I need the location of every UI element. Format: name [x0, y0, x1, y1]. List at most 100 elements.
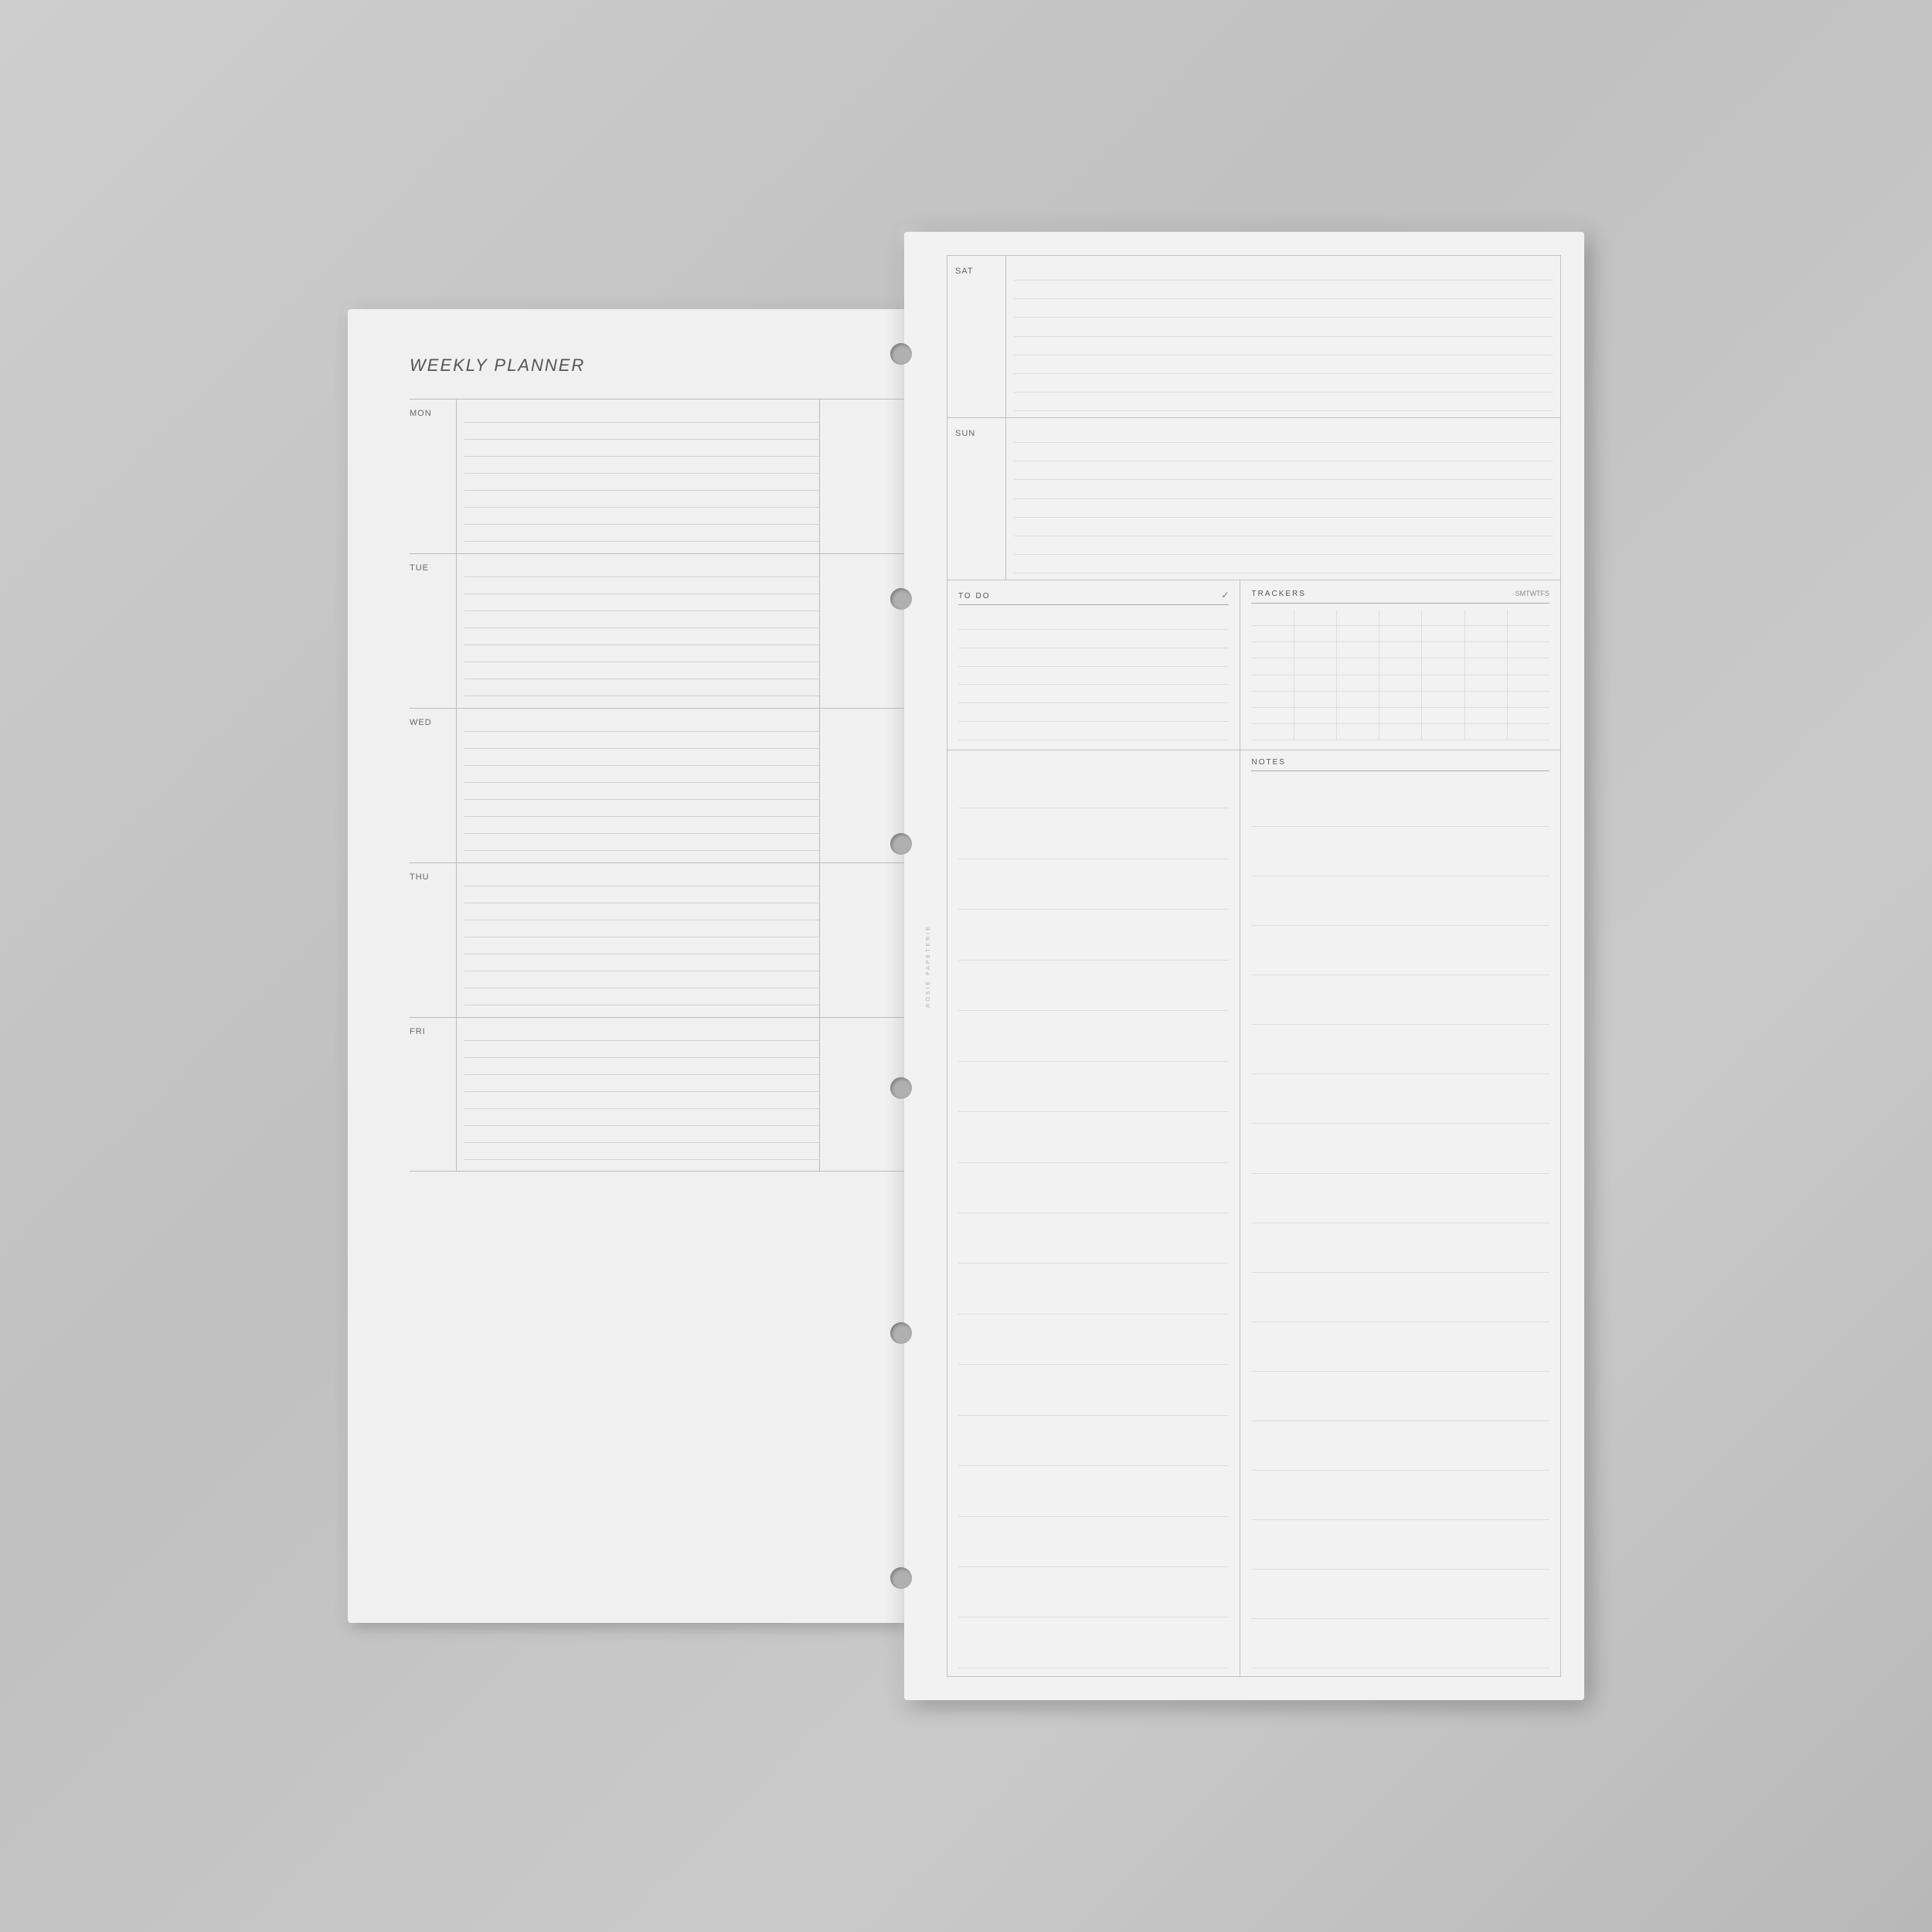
- line: [958, 1112, 1229, 1162]
- todo-title: TO DO: [958, 592, 990, 600]
- tracker-cell: [1337, 642, 1379, 658]
- tracker-cell: [1508, 626, 1549, 641]
- notes-header: NOTES: [1251, 758, 1549, 771]
- lower-todo-lines: [947, 750, 1240, 1676]
- sun-section: SUN: [947, 418, 1560, 580]
- day-row-tue: TUE: [410, 553, 912, 708]
- tracker-cell: [1294, 642, 1337, 658]
- tracker-row: [1251, 626, 1549, 642]
- trackers-day-header: S M T W T F S: [1515, 590, 1549, 597]
- line: [1014, 518, 1553, 536]
- line: [464, 525, 819, 542]
- line: [464, 406, 819, 423]
- line: [958, 910, 1229, 960]
- tracker-cell: [1422, 610, 1464, 625]
- line: [464, 886, 819, 903]
- trackers-header: TRACKERS S M T W T F S: [1251, 590, 1549, 604]
- line: [464, 423, 819, 440]
- line: [1251, 1570, 1549, 1619]
- line: [464, 1024, 819, 1041]
- line: [464, 937, 819, 954]
- line: [464, 440, 819, 457]
- sun-label: SUN: [947, 418, 1005, 580]
- tracker-cell: [1508, 675, 1549, 691]
- tracker-cell: [1508, 642, 1549, 658]
- tracker-cell: [1251, 724, 1294, 740]
- line: [1014, 555, 1553, 573]
- line: [464, 783, 819, 800]
- tracker-day-w: W: [1529, 590, 1536, 597]
- tracker-cell: [1465, 724, 1508, 740]
- todo-lines: [958, 611, 1229, 740]
- tracker-cell: [1465, 610, 1508, 625]
- line: [1014, 337, 1553, 355]
- tracker-row: [1251, 610, 1549, 626]
- line: [958, 648, 1229, 667]
- tracker-cell: [1251, 658, 1294, 674]
- tracker-row: [1251, 692, 1549, 708]
- line: [1014, 281, 1553, 299]
- line: [464, 457, 819, 474]
- line: [958, 859, 1229, 910]
- line: [1251, 1520, 1549, 1570]
- tracker-cell: [1251, 610, 1294, 625]
- tracker-cell: [1337, 692, 1379, 707]
- line: [958, 685, 1229, 703]
- sun-lines: [1005, 418, 1560, 580]
- sat-section: SAT: [947, 256, 1560, 418]
- brand-text: ROSIE PAPETERIE: [926, 924, 931, 1008]
- day-lines-wed: [456, 709, 819, 862]
- tracker-day-s2: S: [1545, 590, 1549, 597]
- sat-lines: [1005, 256, 1560, 417]
- line: [464, 954, 819, 971]
- line: [1251, 1074, 1549, 1124]
- line: [464, 645, 819, 662]
- line: [1251, 1273, 1549, 1322]
- tracker-cell: [1251, 626, 1294, 641]
- day-lines-thu: [456, 863, 819, 1017]
- line: [958, 611, 1229, 630]
- line: [958, 758, 1229, 808]
- tracker-cell: [1337, 610, 1379, 625]
- line: [1014, 393, 1553, 411]
- left-page: WEEKLY PLANNER MON TUE: [348, 309, 951, 1623]
- sat-label: SAT: [947, 256, 1005, 417]
- trackers-section: TRACKERS S M T W T F S: [1240, 580, 1560, 750]
- tracker-cell: [1294, 626, 1337, 641]
- tracker-cell: [1422, 675, 1464, 691]
- tracker-cell: [1337, 724, 1379, 740]
- day-label-mon: MON: [410, 400, 456, 553]
- line: [464, 628, 819, 645]
- line: [1251, 1372, 1549, 1421]
- tracker-cell: [1294, 724, 1337, 740]
- tracker-cell: [1294, 692, 1337, 707]
- day-row-wed: WED: [410, 708, 912, 862]
- line: [1251, 1322, 1549, 1372]
- tracker-cell: [1251, 692, 1294, 707]
- tracker-row: [1251, 658, 1549, 675]
- line: [958, 1466, 1229, 1516]
- tracker-day-m: M: [1519, 590, 1526, 597]
- tracker-cell: [1379, 724, 1422, 740]
- line: [464, 1126, 819, 1143]
- tracker-row: [1251, 642, 1549, 658]
- tracker-row: [1251, 675, 1549, 692]
- line: [464, 474, 819, 491]
- line: [958, 630, 1229, 648]
- tracker-cell: [1379, 642, 1422, 658]
- tracker-cell: [1422, 642, 1464, 658]
- binding-hole: [890, 1077, 912, 1099]
- mid-section: TO DO ✓ TRACK: [947, 580, 1560, 750]
- notes-section: NOTES: [1240, 750, 1560, 1676]
- todo-header: TO DO ✓: [958, 590, 1229, 605]
- line: [958, 961, 1229, 1011]
- line: [1251, 1025, 1549, 1074]
- day-label-wed: WED: [410, 709, 456, 862]
- line: [958, 1264, 1229, 1314]
- tracker-cell: [1422, 658, 1464, 674]
- line: [464, 611, 819, 628]
- tracker-cell: [1294, 610, 1337, 625]
- tracker-cell: [1379, 626, 1422, 641]
- line: [1014, 374, 1553, 393]
- line: [464, 491, 819, 508]
